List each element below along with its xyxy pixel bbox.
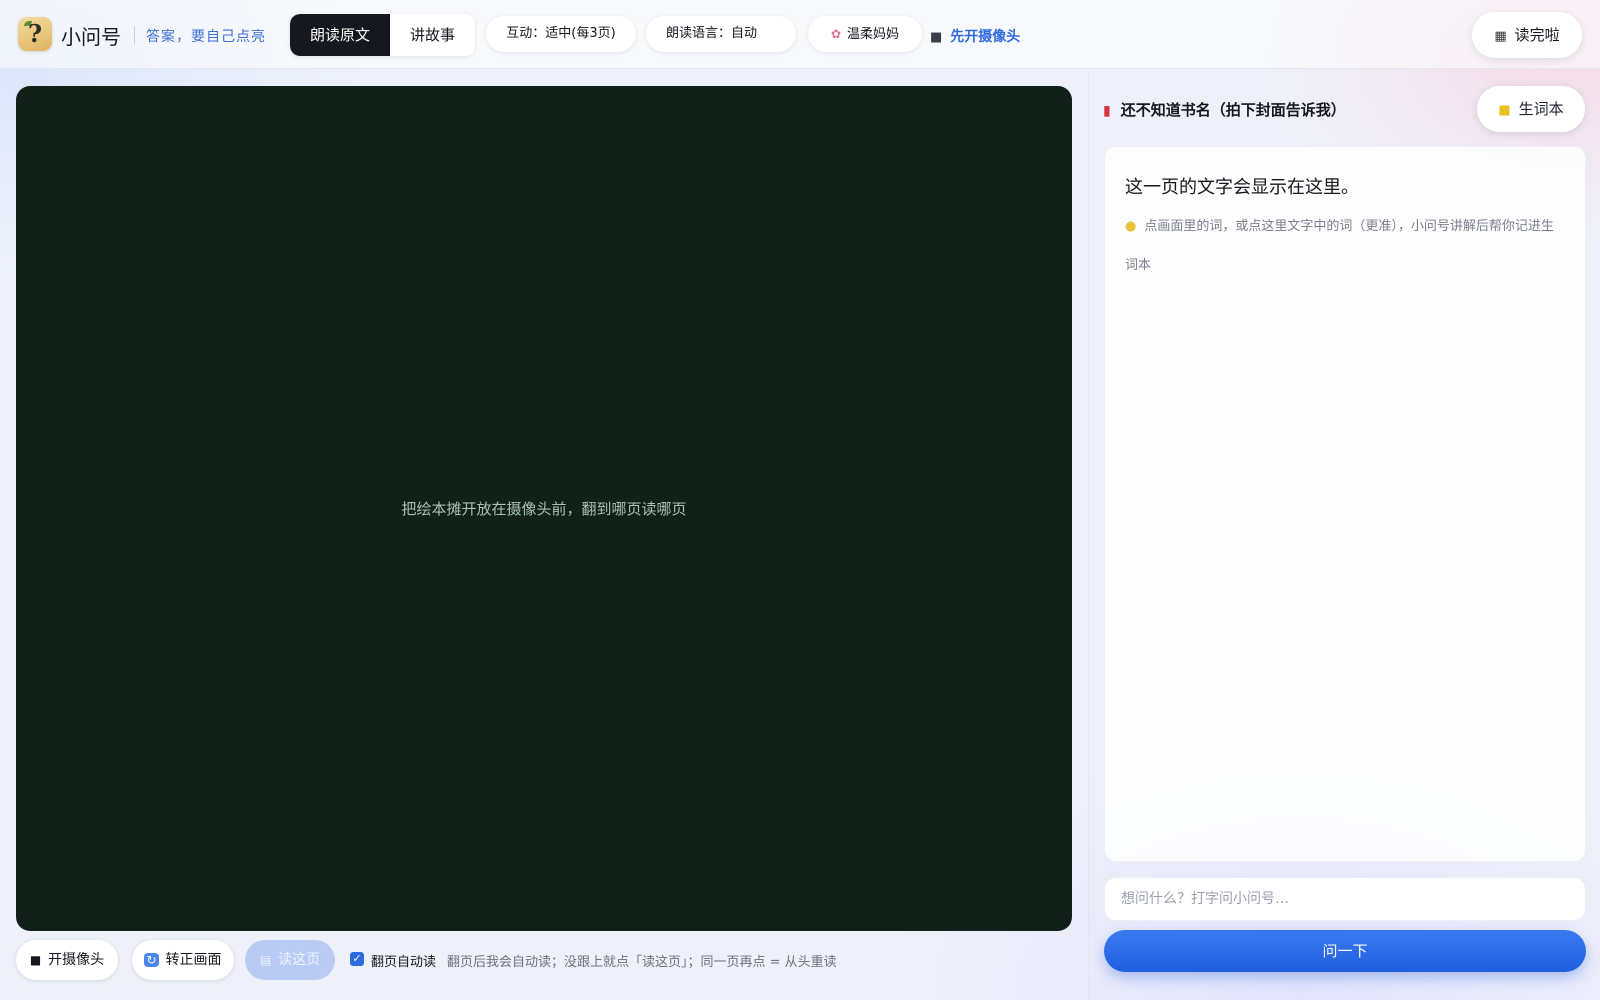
auto-read-label: 翻页自动读 <box>371 955 437 970</box>
voice-label: 温柔妈妈 <box>847 27 900 42</box>
book-title-label: 还不知道书名（拍下封面告诉我） <box>1120 101 1346 119</box>
notebook-icon: ■ <box>1498 103 1511 118</box>
read-page-button[interactable]: ▤ 读这页 <box>245 940 335 980</box>
app-name: 小问号 <box>61 25 121 49</box>
book-icon: ▤ <box>259 953 272 967</box>
vocab-book-button[interactable]: ■ 生词本 <box>1477 86 1585 132</box>
open-camera-button[interactable]: ■ 开摄像头 <box>16 940 118 980</box>
app-logo: ? <box>18 17 52 51</box>
tip-text: ● 点画面里的词，或点这里文字中的词（更准），小问号讲解后帮你记进生词本 <box>1125 207 1565 285</box>
ask-input[interactable] <box>1104 877 1586 921</box>
camera-icon: ■ <box>29 953 42 967</box>
ask-button[interactable]: 问一下 <box>1104 930 1586 972</box>
top-bar: ? 小问号 答案，要自己点亮 朗读原文 讲故事 互动：适中(每3页) 朗读语言：… <box>0 0 1600 69</box>
camera-hint[interactable]: ■ 先开摄像头 <box>930 26 1020 46</box>
app-tagline: 答案，要自己点亮 <box>146 29 266 45</box>
camera-toolbar: ■ 开摄像头 ↻ 转正画面 ▤ 读这页 ✓ 翻页自动读 翻页后我会自动读；没跟上就点「… <box>0 940 1080 984</box>
camera-prompt: 把绘本摊开放在摄像头前，翻到哪页读哪页 <box>401 500 687 518</box>
camera-icon: ■ <box>930 30 943 45</box>
tab-read-original[interactable]: 朗读原文 <box>290 14 390 56</box>
camera-view[interactable]: 把绘本摊开放在摄像头前，翻到哪页读哪页 <box>16 86 1072 931</box>
read-page-label: 读这页 <box>278 952 321 968</box>
auto-read-hint: 翻页后我会自动读；没跟上就点「读这页」；同一页再点 = 从头重读 <box>447 955 837 970</box>
vocab-book-label: 生词本 <box>1518 100 1564 118</box>
panel-divider <box>1088 70 1089 1000</box>
flower-icon: ✿ <box>830 27 842 41</box>
header-divider <box>134 26 135 44</box>
book-title: ▮ 还不知道书名（拍下封面告诉我） <box>1103 99 1346 120</box>
tip-label: 点画面里的词，或点这里文字中的词（更准），小问号讲解后帮你记进生词本 <box>1125 219 1554 273</box>
interaction-level-select[interactable]: 互动：适中(每3页) <box>486 16 636 52</box>
auto-read-checkbox[interactable]: ✓ <box>350 952 364 966</box>
read-language-select[interactable]: 朗读语言：自动 <box>646 16 796 52</box>
book-icon: ▮ <box>1103 103 1111 119</box>
rotate-icon: ↻ <box>144 953 159 967</box>
rotate-view-button[interactable]: ↻ 转正画面 <box>132 940 234 980</box>
rotate-view-label: 转正画面 <box>165 952 222 968</box>
finish-reading-label: 读完啦 <box>1514 26 1560 44</box>
open-camera-label: 开摄像头 <box>48 952 105 968</box>
lightbulb-icon: ● <box>1125 219 1137 234</box>
tab-tell-story[interactable]: 讲故事 <box>390 14 475 56</box>
page-text[interactable]: 这一页的文字会显示在这里。 <box>1125 173 1359 199</box>
voice-select[interactable]: ✿ 温柔妈妈 <box>808 16 922 52</box>
page-text-card: 这一页的文字会显示在这里。 ● 点画面里的词，或点这里文字中的词（更准），小问号讲… <box>1104 146 1586 862</box>
mode-switch: 朗读原文 讲故事 <box>290 14 475 56</box>
camera-hint-label: 先开摄像头 <box>950 29 1021 45</box>
checkered-flag-icon: ▦ <box>1494 29 1507 44</box>
finish-reading-button[interactable]: ▦ 读完啦 <box>1472 12 1582 58</box>
